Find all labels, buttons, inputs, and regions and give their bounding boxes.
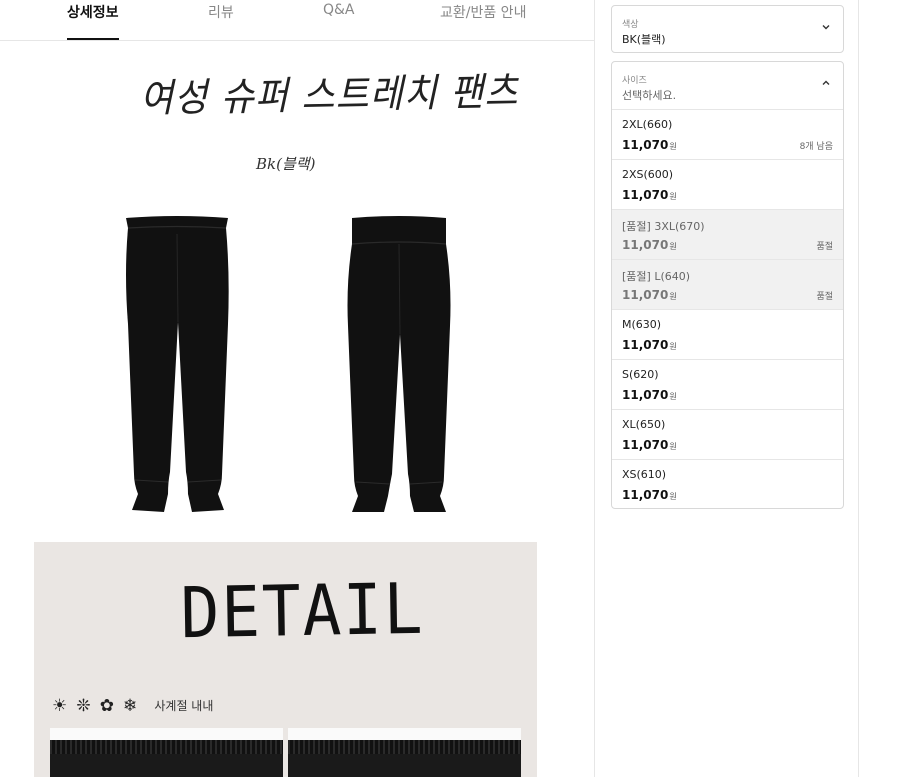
sun-icon: ☀ xyxy=(52,695,68,716)
color-select-label: 색상 xyxy=(622,20,639,30)
size-option-price: 11,070원 xyxy=(622,488,677,502)
size-option-price: 11,070원 xyxy=(622,338,677,352)
size-option-name: S(620) xyxy=(622,368,659,381)
size-option[interactable]: 2XL(660) 11,070원 8개 남음 xyxy=(612,110,843,160)
size-option-list: 2XL(660) 11,070원 8개 남음 2XS(600) 11,070원 … xyxy=(612,109,843,510)
product-title: 여성 슈퍼 스트레치 팬츠 xyxy=(139,70,519,122)
detail-tabs: 상세정보 리뷰 Q&A 교환/반품 안내 xyxy=(0,0,594,41)
size-option-name: 2XS(600) xyxy=(622,168,674,181)
size-option-name: [품절] L(640) xyxy=(622,270,691,283)
option-panel: 색상 BK(블랙) 사이즈 선택하세요. 2XL(660) 11,070원 8개… xyxy=(594,0,859,777)
tab-qna[interactable]: Q&A xyxy=(323,2,355,40)
detail-heading: DETAIL xyxy=(179,567,425,655)
size-option-name: 2XL(660) xyxy=(622,118,673,131)
size-option[interactable]: XS(610) 11,070원 xyxy=(612,460,843,510)
fabric-detail-image xyxy=(50,728,283,777)
season-row: ☀ ❊ ✿ ❄ 사계절 내내 xyxy=(52,695,213,717)
fabric-detail-image xyxy=(288,728,521,777)
size-option[interactable]: 2XS(600) 11,070원 xyxy=(612,160,843,210)
pants-front-image xyxy=(126,216,229,512)
size-option-price: 11,070원 xyxy=(622,188,677,202)
chevron-down-icon[interactable] xyxy=(819,22,833,36)
color-select-value: BK(블랙) xyxy=(622,33,666,46)
stock-status: 품절 xyxy=(816,292,833,302)
snowflake-icon: ❄ xyxy=(123,695,138,716)
size-option-price: 11,070원 xyxy=(622,238,677,252)
snowflake-icon: ❊ xyxy=(76,695,91,716)
pants-back-image xyxy=(347,216,451,512)
size-select-label: 사이즈 xyxy=(622,76,647,86)
size-option-name: M(630) xyxy=(622,318,662,331)
size-option-name: XL(650) xyxy=(622,418,666,431)
size-option-price: 11,070원 xyxy=(622,438,677,452)
size-option[interactable]: S(620) 11,070원 xyxy=(612,360,843,410)
size-option-price: 11,070원 xyxy=(622,388,677,402)
size-option[interactable]: XL(650) 11,070원 xyxy=(612,410,843,460)
size-option-name: XS(610) xyxy=(622,468,667,481)
flower-icon: ✿ xyxy=(99,695,114,716)
size-option-soldout[interactable]: [품절] 3XL(670) 11,070원 품절 xyxy=(612,210,843,260)
chevron-up-icon[interactable] xyxy=(819,78,833,92)
size-option-price: 11,070원 xyxy=(622,288,677,302)
color-note: Bk(블랙) xyxy=(256,155,316,173)
size-option-price: 11,070원 xyxy=(622,138,677,152)
stock-status: 품절 xyxy=(816,242,833,252)
size-option-name: [품절] 3XL(670) xyxy=(622,220,705,233)
color-select[interactable]: 색상 BK(블랙) xyxy=(611,5,844,53)
detail-panel: DETAIL ☀ ❊ ✿ ❄ 사계절 내내 xyxy=(34,542,537,777)
size-select[interactable]: 사이즈 선택하세요. 2XL(660) 11,070원 8개 남음 2XS(60… xyxy=(611,61,844,509)
size-option[interactable]: M(630) 11,070원 xyxy=(612,310,843,360)
stock-status: 8개 남음 xyxy=(799,142,833,152)
tab-detail-info[interactable]: 상세정보 xyxy=(67,2,119,40)
season-label: 사계절 내내 xyxy=(154,699,214,713)
size-select-placeholder: 선택하세요. xyxy=(622,89,677,102)
size-option-soldout[interactable]: [품절] L(640) 11,070원 품절 xyxy=(612,260,843,310)
tab-exchange-return[interactable]: 교환/반품 안내 xyxy=(440,2,526,40)
tab-reviews[interactable]: 리뷰 xyxy=(208,2,234,40)
